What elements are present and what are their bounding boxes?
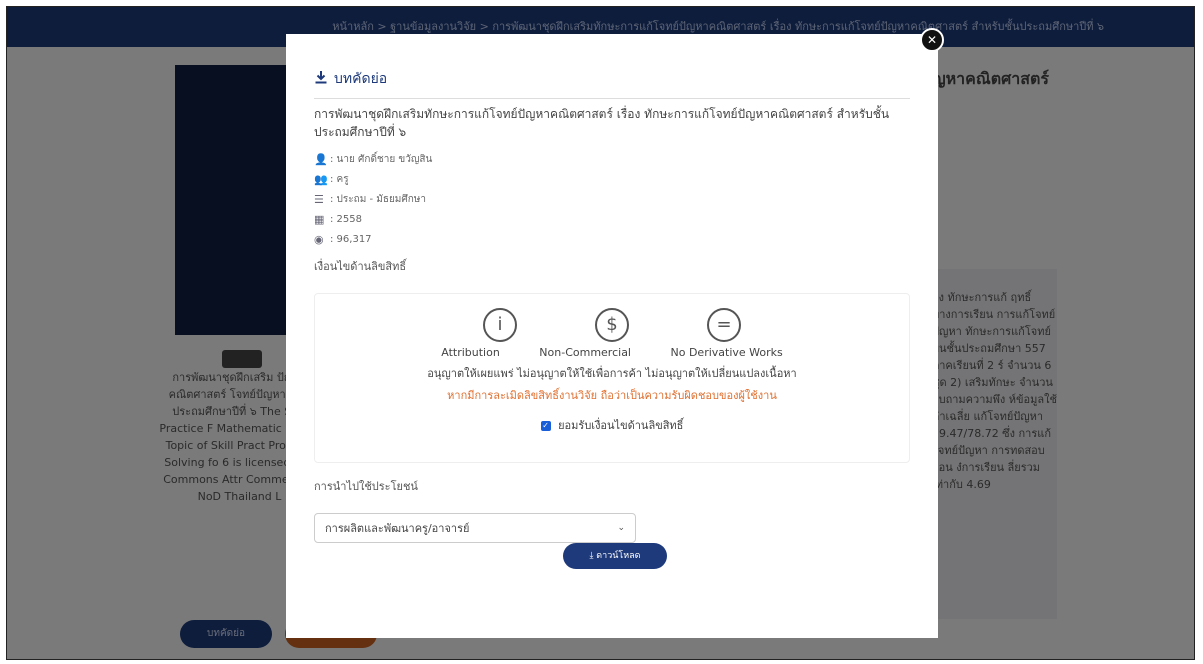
modal-header-label: บทคัดย่อ	[334, 71, 388, 87]
abstract-modal: บทคัดย่อ การพัฒนาชุดฝึกเสริมทักษะการแก้โ…	[286, 34, 938, 638]
chevron-down-icon: ⌄	[617, 523, 625, 533]
accept-checkbox[interactable]: ✓	[540, 421, 551, 431]
usage-select[interactable]: การผลิตและพัฒนาครู/อาจารย์ ⌄	[314, 513, 636, 543]
license-box: i $ = Attribution Non-Commercial No Deri…	[314, 293, 910, 463]
usage-select-value: การผลิตและพัฒนาครู/อาจารย์	[325, 522, 470, 535]
license-name-attribution: Attribution	[441, 346, 500, 359]
modal-header: บทคัดย่อ	[314, 68, 910, 99]
eye-icon: ◉	[314, 232, 324, 246]
non-commercial-icon: $	[595, 308, 629, 342]
download-button[interactable]: ⤓ ดาวน์โหลด	[563, 543, 667, 569]
list-icon: ☰	[314, 192, 324, 206]
views-row: ◉ : 96,317	[314, 232, 372, 246]
license-warning: หากมีการละเมิดลิขสิทธิ์งานวิจัย ถือว่าเป…	[447, 389, 777, 402]
no-derivatives-icon: =	[707, 308, 741, 342]
role-row: 👥 : ครู	[314, 172, 349, 186]
browser-frame: หน้าหลัก > ฐานข้อมูลงานวิจัย > การพัฒนาช…	[6, 6, 1195, 660]
download-icon	[314, 70, 328, 88]
group-icon: 👥	[314, 172, 328, 186]
level-row: ☰ : ประถม - มัธยมศึกษา	[314, 192, 427, 206]
research-title: การพัฒนาชุดฝึกเสริมทักษะการแก้โจทย์ปัญหา…	[314, 107, 890, 139]
license-name-noncommercial: Non-Commercial	[539, 346, 631, 359]
calendar-icon: ▦	[314, 212, 325, 226]
close-icon[interactable]: ✕	[920, 28, 944, 52]
usage-label: การนำไปใช้ประโยชน์	[314, 480, 418, 493]
license-name-noderivs: No Derivative Works	[670, 346, 783, 359]
attribution-icon: i	[483, 308, 517, 342]
license-label: เงื่อนไขด้านลิขสิทธิ์	[314, 260, 407, 273]
accept-license[interactable]: ✓ ยอมรับเงื่อนไขด้านลิขสิทธิ์	[315, 416, 909, 434]
license-description: อนุญาตให้เผยแพร่ ไม่อนุญาตให้ใช้เพื่อการ…	[427, 367, 797, 380]
year-row: ▦ : 2558	[314, 212, 362, 226]
author-row: 👤 : นาย ศักดิ์ชาย ขวัญสิน	[314, 152, 433, 166]
accept-label[interactable]: ยอมรับเงื่อนไขด้านลิขสิทธิ์	[558, 419, 683, 432]
person-icon: 👤	[314, 152, 328, 166]
